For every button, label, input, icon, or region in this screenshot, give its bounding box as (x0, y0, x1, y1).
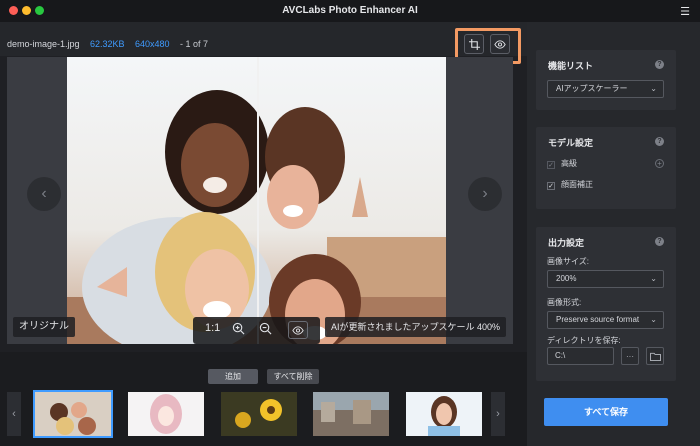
app-title: AVCLabs Photo Enhancer AI (282, 5, 418, 16)
model-settings-title: モデル設定 (548, 138, 594, 148)
model-settings-panel: モデル設定 ? ✓ 高級 + ✓ 顔面補正 (536, 127, 676, 209)
save-all-button[interactable]: すべて保存 (544, 398, 668, 426)
feature-select-value: AIアップスケーラー (556, 84, 628, 93)
zoom-actual-size-button[interactable]: 1:1 (205, 322, 220, 334)
option-face-enhance[interactable]: ✓ 顔面補正 (547, 179, 593, 190)
output-settings-panel: 出力設定 ? 画像サイズ: 200% ⌄ 画像形式: Preserve sour… (536, 227, 676, 381)
chevron-right-icon: › (496, 408, 500, 420)
help-icon[interactable]: ? (655, 60, 664, 69)
menu-icon[interactable]: ☰ (680, 5, 690, 18)
chevron-down-icon: ⌄ (650, 274, 657, 283)
original-label: オリジナル (13, 317, 75, 337)
image-format-select[interactable]: Preserve source format ⌄ (547, 311, 664, 329)
thumbnails-prev-button[interactable]: ‹ (7, 392, 21, 436)
file-dimensions: 640x480 (135, 39, 170, 49)
option-advanced[interactable]: ✓ 高級 (547, 158, 577, 169)
save-directory-label: ディレクトリを保存: (547, 336, 621, 345)
preview-toggle-button[interactable] (490, 34, 510, 54)
chevron-right-icon: › (482, 185, 488, 202)
zoom-in-button[interactable] (232, 322, 245, 338)
image-size-label: 画像サイズ: (547, 257, 589, 266)
preview-photo (67, 57, 446, 344)
plus-circle-icon[interactable]: + (655, 159, 664, 168)
next-image-button[interactable]: › (468, 177, 502, 211)
save-directory-input[interactable]: C:\ (547, 347, 614, 365)
option-advanced-label: 高級 (561, 159, 577, 168)
eye-icon (494, 39, 506, 49)
add-image-button[interactable]: 追加 (208, 369, 258, 384)
ai-status-label: AIが更新されましたアップスケール 400% (325, 317, 507, 337)
file-counter: - 1 of 7 (180, 39, 209, 49)
option-face-enhance-label: 顔面補正 (561, 180, 593, 189)
file-size: 62.32KB (90, 39, 125, 49)
image-size-select[interactable]: 200% ⌄ (547, 270, 664, 288)
thumbnail-4[interactable] (313, 392, 389, 436)
chevron-down-icon: ⌄ (650, 315, 657, 324)
checkbox-face-enhance[interactable]: ✓ (547, 182, 555, 190)
thumbnails-next-button[interactable]: › (491, 392, 505, 436)
chevron-left-icon: ‹ (12, 408, 16, 420)
crop-button[interactable] (464, 34, 484, 54)
help-icon[interactable]: ? (655, 137, 664, 146)
checkbox-advanced[interactable]: ✓ (547, 161, 555, 169)
compare-toggle-button[interactable] (288, 321, 308, 339)
thumbnail-5[interactable] (406, 392, 482, 436)
thumbnail-1[interactable] (33, 390, 113, 438)
output-settings-title: 出力設定 (548, 238, 585, 248)
zoom-toolbar: 1:1 (193, 317, 320, 344)
open-folder-button[interactable] (646, 347, 664, 365)
image-size-value: 200% (556, 274, 577, 283)
clear-all-button[interactable]: すべて削除 (267, 369, 319, 384)
thumbnail-2[interactable] (128, 392, 204, 436)
help-icon[interactable]: ? (655, 237, 664, 246)
file-info-bar: demo-image-1.jpg 62.32KB 640x480 - 1 of … (0, 22, 527, 56)
previous-image-button[interactable]: ‹ (27, 177, 61, 211)
chevron-down-icon: ⌄ (650, 84, 657, 93)
feature-select[interactable]: AIアップスケーラー ⌄ (547, 80, 664, 98)
browse-more-button[interactable]: ··· (621, 347, 639, 365)
crop-icon (468, 38, 480, 50)
title-bar: AVCLabs Photo Enhancer AI ☰ (0, 0, 700, 22)
image-format-value: Preserve source format (556, 315, 640, 324)
feature-list-panel: 機能リスト ? AIアップスケーラー ⌄ (536, 50, 676, 110)
image-preview-area: ‹ › オリジナル 1:1 AIが更新されましたアップスケール 400% (7, 57, 513, 344)
zoom-out-button[interactable] (259, 322, 272, 338)
chevron-left-icon: ‹ (41, 185, 47, 202)
zoom-out-icon (259, 322, 272, 335)
compare-eye-icon (292, 325, 304, 335)
file-name: demo-image-1.jpg (7, 39, 80, 49)
feature-list-title: 機能リスト (548, 61, 594, 71)
zoom-in-icon (232, 322, 245, 335)
image-format-label: 画像形式: (547, 298, 582, 307)
thumbnail-3[interactable] (221, 392, 297, 436)
folder-icon (649, 352, 661, 361)
